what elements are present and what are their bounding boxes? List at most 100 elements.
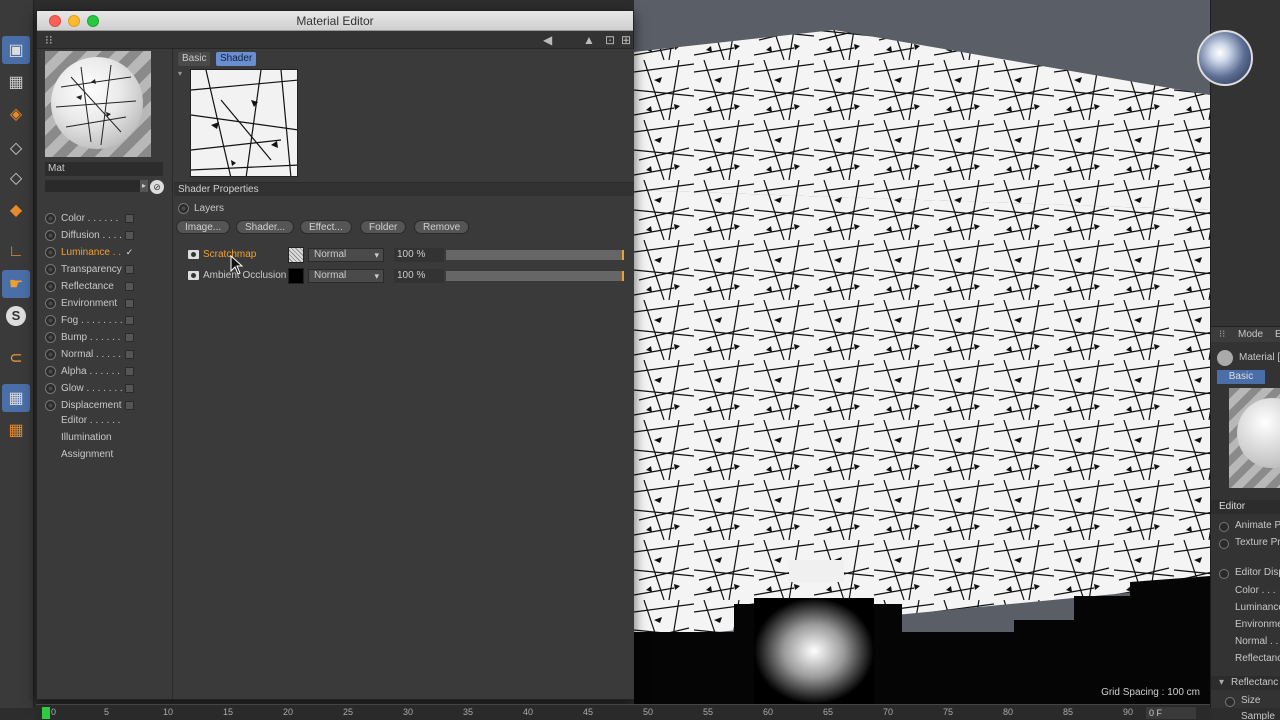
collapse-arrow-icon[interactable]: ▾	[178, 69, 182, 78]
viewport[interactable]: Grid Spacing : 100 cm	[634, 0, 1210, 704]
channel-checkbox[interactable]	[125, 333, 134, 342]
shader-button[interactable]: Shader...	[236, 220, 295, 234]
channel-bump[interactable]: Bump . . . . . .	[45, 331, 165, 345]
illumination-item[interactable]: Illumination	[61, 432, 112, 443]
channel-checkbox[interactable]	[125, 231, 134, 240]
display-color[interactable]: Color . . .	[1235, 585, 1276, 596]
channel-color[interactable]: Color . . . . . .	[45, 212, 165, 226]
collapse-arrow-icon[interactable]: ▾	[1219, 677, 1224, 688]
channel-checkbox[interactable]	[125, 384, 134, 393]
channel-checkbox[interactable]	[125, 299, 134, 308]
folder-button[interactable]: Folder	[360, 220, 407, 234]
opacity-field[interactable]: 100 %	[394, 248, 444, 262]
title-bar[interactable]: Material Editor	[37, 11, 633, 31]
effect-button[interactable]: Effect...	[300, 220, 352, 234]
grid-menu-icon[interactable]: ⁝⁝	[1219, 329, 1225, 340]
light-spot	[754, 598, 874, 704]
layer-row[interactable]: Scratchmap Normal 100 %	[188, 247, 628, 263]
material-preview[interactable]	[45, 51, 151, 157]
current-frame-field[interactable]: 0 F	[1146, 707, 1196, 719]
display-normal[interactable]: Normal . .	[1235, 636, 1278, 647]
channel-checkbox[interactable]	[125, 282, 134, 291]
playhead[interactable]	[42, 707, 50, 719]
polygons-mode-icon[interactable]: ◆	[2, 196, 30, 224]
blend-mode-dropdown[interactable]: Normal	[308, 248, 384, 262]
cube-icon[interactable]: ▣	[2, 36, 30, 64]
check-mark-icon[interactable]: ✓	[125, 248, 134, 257]
mode-menu[interactable]: Mode	[1238, 329, 1263, 340]
tab-basic-attr[interactable]: Basic	[1217, 370, 1265, 384]
channel-transparency[interactable]: Transparency	[45, 263, 165, 277]
material-secondary-field[interactable]	[45, 180, 145, 192]
image-button[interactable]: Image...	[176, 220, 231, 234]
channel-displacement[interactable]: Displacement	[45, 399, 165, 413]
locked-workplane-icon[interactable]: ▦	[2, 416, 30, 444]
layer-name[interactable]: Ambient Occlusion	[203, 269, 286, 283]
editor-item[interactable]: Editor . . . . . .	[61, 415, 120, 426]
layer-row[interactable]: Ambient Occlusion Normal 100 %	[188, 268, 628, 284]
edit-menu[interactable]: E	[1275, 329, 1280, 340]
texture-preview-radio[interactable]	[1219, 539, 1229, 549]
up-arrow-icon[interactable]: ▲	[583, 33, 595, 47]
back-arrow-icon[interactable]: ◀	[543, 33, 552, 47]
channel-label: Alpha . . . . . .	[61, 366, 120, 377]
cube-front-face	[634, 190, 1210, 640]
tab-shader[interactable]: Shader	[216, 52, 257, 66]
points-mode-icon[interactable]: ◇	[2, 134, 30, 162]
remove-button[interactable]: Remove	[414, 220, 470, 234]
opacity-field[interactable]: 100 %	[394, 269, 444, 283]
channel-checkbox[interactable]	[125, 214, 134, 223]
channel-diffusion[interactable]: Diffusion . . . .	[45, 229, 165, 243]
channel-checkbox[interactable]	[125, 316, 134, 325]
animate-preview-radio[interactable]	[1219, 522, 1229, 532]
lock-icon[interactable]: ⊡	[605, 33, 615, 47]
sample-label: Sample	[1241, 711, 1275, 720]
channel-normal[interactable]: Normal . . . . .	[45, 348, 165, 362]
magnet-icon[interactable]: ⊂	[2, 344, 30, 372]
visibility-icon[interactable]	[188, 271, 199, 280]
channel-checkbox[interactable]	[125, 350, 134, 359]
display-environment[interactable]: Environme	[1235, 619, 1280, 630]
blend-mode-dropdown[interactable]: Normal	[308, 269, 384, 283]
tick-label: 90	[1123, 707, 1134, 717]
tick-label: 75	[943, 707, 954, 717]
radio-icon	[45, 366, 56, 377]
channel-fog[interactable]: Fog . . . . . . . .	[45, 314, 165, 328]
editor-display-radio[interactable]	[1219, 569, 1229, 579]
tab-basic[interactable]: Basic	[178, 52, 211, 66]
display-luminance[interactable]: Luminance	[1235, 602, 1280, 613]
expand-arrow-icon[interactable]: ▸	[140, 180, 148, 192]
channel-checkbox[interactable]	[125, 401, 134, 410]
channel-checkbox[interactable]	[125, 265, 134, 274]
cube-top-face	[634, 30, 1210, 210]
snapping-icon[interactable]: S	[2, 302, 30, 330]
material-name-field[interactable]: Mat	[45, 162, 163, 176]
visibility-icon[interactable]	[188, 250, 199, 259]
picker-icon[interactable]: ⊘	[150, 180, 164, 194]
channel-glow[interactable]: Glow . . . . . . .	[45, 382, 165, 396]
checker-texture-icon[interactable]: ▦	[2, 68, 30, 96]
opacity-slider[interactable]	[446, 271, 624, 281]
channel-checkbox[interactable]	[125, 367, 134, 376]
timeline[interactable]: 0 5 10 15 20 25 30 35 40 45 50 55 60 65 …	[36, 704, 1210, 720]
new-window-icon[interactable]: ⊞	[621, 33, 631, 47]
tick-label: 35	[463, 707, 474, 717]
channel-alpha[interactable]: Alpha . . . . . .	[45, 365, 165, 379]
opacity-slider[interactable]	[446, 250, 624, 260]
tweak-mode-icon[interactable]: ☛	[2, 270, 30, 298]
material-sphere	[51, 57, 143, 149]
texture-axis-icon[interactable]: ◈	[2, 100, 30, 128]
tick-label: 45	[583, 707, 594, 717]
axis-icon[interactable]: ∟	[2, 238, 30, 266]
grip-icon[interactable]: ⁝⁝	[45, 33, 53, 47]
edges-mode-icon[interactable]: ◇	[2, 164, 30, 192]
workplane-icon[interactable]: ▦	[2, 384, 30, 412]
grid-spacing-label: Grid Spacing : 100 cm	[1101, 687, 1200, 698]
channel-reflectance[interactable]: Reflectance	[45, 280, 165, 294]
display-reflectance[interactable]: Reflectanc	[1235, 653, 1280, 664]
size-radio[interactable]	[1225, 697, 1235, 707]
reflectance-section[interactable]: ▾ Reflectanc	[1211, 676, 1280, 690]
assignment-item[interactable]: Assignment	[61, 449, 113, 460]
channel-luminance[interactable]: Luminance . . ✓	[45, 246, 165, 260]
channel-environment[interactable]: Environment	[45, 297, 165, 311]
